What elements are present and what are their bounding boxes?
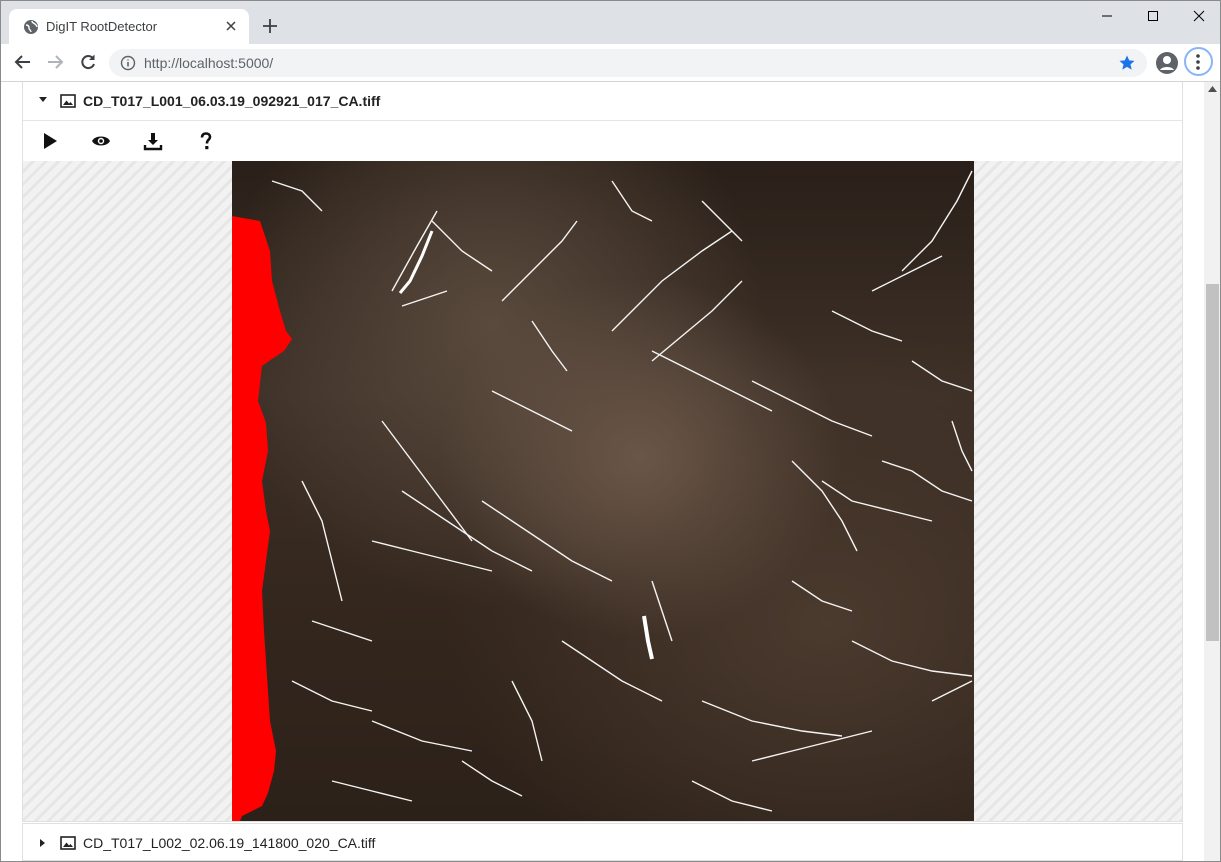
page-viewport: CD_T017_L001_06.03.19_092921_017_CA.tiff [1,82,1204,861]
caret-right-icon[interactable] [39,838,47,848]
file-panel: CD_T017_L001_06.03.19_092921_017_CA.tiff [22,82,1183,822]
help-icon[interactable] [196,131,216,151]
info-icon[interactable] [120,55,136,71]
scroll-up-icon[interactable] [1208,86,1217,92]
page-scrollbar[interactable] [1204,82,1220,861]
file-row[interactable]: CD_T017_L002_02.06.19_141800_020_CA.tiff [22,823,1183,861]
thick-root-segment [642,615,654,660]
play-icon[interactable] [40,131,60,151]
file-actions-bar [23,120,1182,162]
browser-menu-button[interactable] [1184,47,1213,76]
tab-title: DigIT RootDetector [46,19,158,34]
back-icon[interactable] [13,52,33,72]
close-tab-icon[interactable] [224,19,238,33]
maximize-icon [1148,11,1158,21]
browser-toolbar: http://localhost:5000/ [1,44,1220,82]
file-name: CD_T017_L001_06.03.19_092921_017_CA.tiff [83,93,381,109]
scrollbar-thumb[interactable] [1206,284,1219,641]
kebab-menu-icon [1196,54,1200,70]
close-icon [1193,10,1205,22]
forward-icon[interactable] [45,52,65,72]
root-traces [271,170,973,812]
browser-window: DigIT RootDetector http://localhost:5000… [0,0,1221,862]
new-tab-icon[interactable] [261,17,279,35]
root-overlay [232,170,973,821]
file-name: CD_T017_L002_02.06.19_141800_020_CA.tiff [83,835,376,851]
minimize-button[interactable] [1084,7,1130,27]
image-icon [60,94,76,108]
close-window-button[interactable] [1176,7,1220,27]
red-mask-region [232,216,292,821]
bookmark-star-icon[interactable] [1118,54,1136,72]
tab-strip: DigIT RootDetector [1,1,1220,44]
thick-root-segment-2 [398,230,434,294]
address-bar[interactable]: http://localhost:5000/ [109,49,1147,77]
globe-icon [24,20,38,34]
download-icon[interactable] [143,131,163,151]
root-image[interactable] [232,161,974,821]
image-icon [60,836,76,850]
minimize-icon [1102,15,1112,17]
file-header[interactable]: CD_T017_L001_06.03.19_092921_017_CA.tiff [23,82,1182,121]
browser-tab[interactable]: DigIT RootDetector [9,9,249,44]
caret-down-icon[interactable] [38,96,48,104]
maximize-button[interactable] [1130,7,1176,27]
reload-icon[interactable] [78,52,98,72]
eye-icon[interactable] [91,131,111,151]
profile-icon[interactable] [1155,51,1179,75]
url-text: http://localhost:5000/ [144,55,274,71]
image-canvas[interactable] [23,161,1182,821]
